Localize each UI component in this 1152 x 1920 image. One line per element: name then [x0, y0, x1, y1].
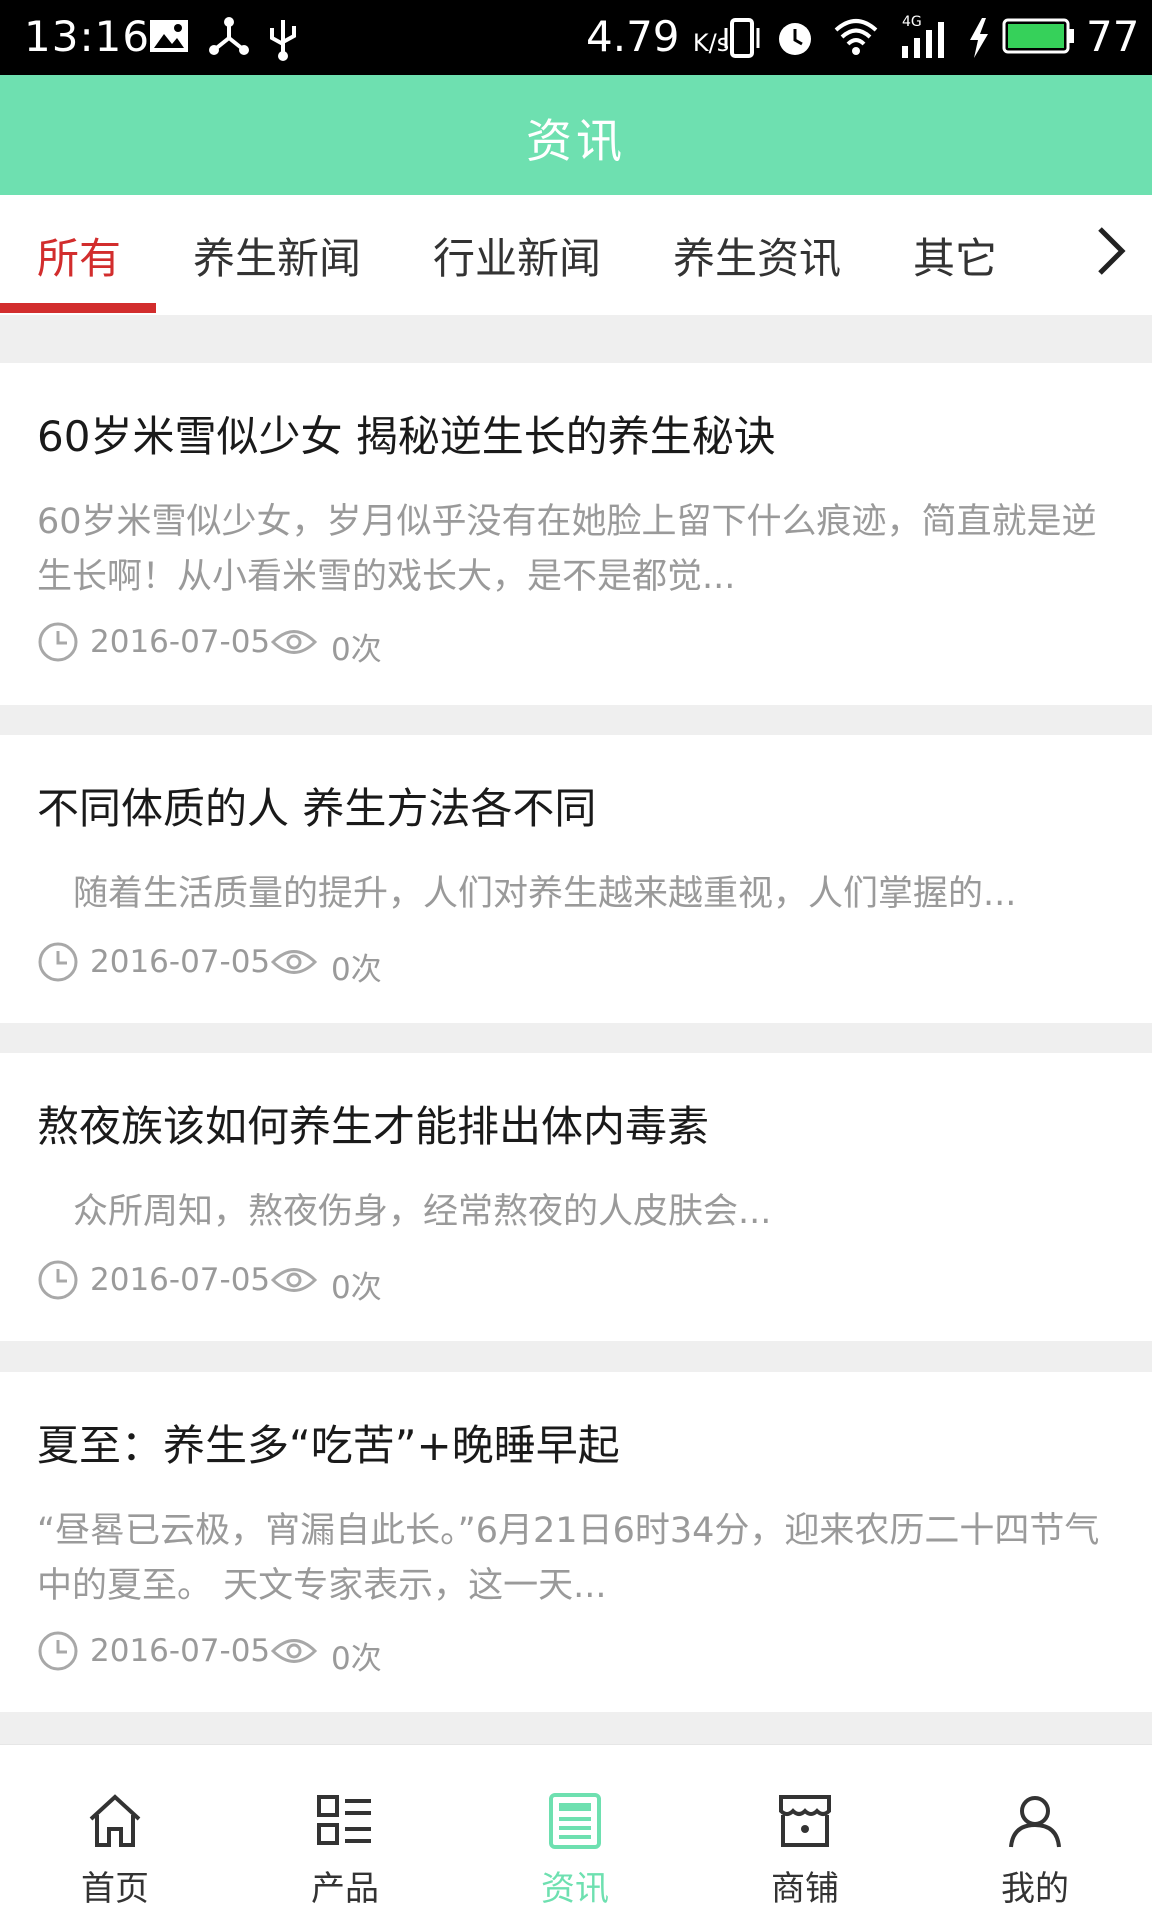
product-grid-icon — [317, 1795, 371, 1845]
home-icon — [89, 1794, 141, 1847]
tab-industry-news[interactable]: 行业新闻 — [433, 225, 601, 286]
article-views: 0次 — [331, 1270, 382, 1306]
article-title[interactable]: 夏至：养生多“吃苦”+晚睡早起 — [37, 1412, 620, 1473]
user-icon — [1009, 1796, 1061, 1848]
status-time: 13:16 — [24, 12, 151, 61]
clock-icon — [38, 1260, 78, 1300]
eye-icon — [270, 1639, 318, 1663]
nav-label: 资讯 — [541, 1869, 609, 1909]
nav-products[interactable]: 产品 — [230, 1745, 460, 1920]
nav-news[interactable]: 资讯 — [460, 1745, 690, 1920]
eye-icon — [270, 1268, 318, 1292]
nav-label: 我的 — [1001, 1869, 1069, 1909]
article-date: 2016-07-05 — [90, 944, 271, 980]
tab-health-news[interactable]: 养生新闻 — [193, 225, 361, 286]
share-notification-icon — [209, 17, 249, 55]
signal-icon — [902, 22, 944, 58]
network-speed: 4.79 K/s — [586, 12, 730, 61]
eye-icon — [270, 950, 318, 974]
nav-label: 产品 — [311, 1869, 379, 1909]
status-bar: 13:16 4.79 K/s 4G 77 — [0, 0, 1152, 75]
tab-all[interactable]: 所有 — [37, 225, 121, 286]
article-title[interactable]: 不同体质的人 养生方法各不同 — [37, 775, 596, 836]
page-title: 资讯 — [526, 114, 626, 168]
article-summary: 60岁米雪似少女，岁月似乎没有在她脸上留下什么痕迹，简直就是逆生长啊！从小看米雪… — [37, 502, 1097, 597]
article-views: 0次 — [331, 1641, 382, 1677]
article-date: 2016-07-05 — [90, 1262, 271, 1298]
article-views: 0次 — [331, 952, 382, 988]
wifi-icon — [834, 19, 878, 55]
image-notification-icon — [150, 20, 188, 52]
battery-percent: 77 — [1086, 12, 1140, 61]
news-icon — [549, 1793, 601, 1849]
article-title[interactable]: 熬夜族该如何养生才能排出体内毒素 — [37, 1093, 709, 1154]
app-header: 资讯 — [0, 75, 1152, 195]
tab-health-info[interactable]: 养生资讯 — [673, 225, 841, 286]
article-card[interactable]: 夏至：养生多“吃苦”+晚睡早起 “昼晷已云极，宵漏自此长。”6月21日6时34分… — [0, 1372, 1152, 1712]
article-summary: “昼晷已云极，宵漏自此长。”6月21日6时34分，迎来农历二十四节气中的夏至。 … — [37, 1511, 1100, 1606]
vibrate-icon — [724, 18, 760, 58]
eye-icon — [270, 630, 318, 654]
battery-icon — [1002, 18, 1074, 54]
clock-icon — [38, 942, 78, 982]
article-summary: 众所周知，熬夜伤身，经常熬夜的人皮肤会... — [73, 1192, 772, 1232]
nav-home[interactable]: 首页 — [0, 1745, 230, 1920]
clock-icon — [38, 1631, 78, 1671]
article-date: 2016-07-05 — [90, 624, 271, 660]
nav-label: 商铺 — [771, 1869, 839, 1909]
shop-icon — [779, 1795, 831, 1847]
nav-label: 首页 — [81, 1869, 149, 1909]
chevron-right-icon[interactable] — [1088, 221, 1132, 281]
active-tab-indicator — [0, 303, 156, 313]
article-card[interactable]: 60岁米雪似少女 揭秘逆生长的养生秘诀 60岁米雪似少女，岁月似乎没有在她脸上留… — [0, 363, 1152, 705]
nav-mine[interactable]: 我的 — [920, 1745, 1150, 1920]
usb-icon — [270, 20, 296, 61]
article-title[interactable]: 60岁米雪似少女 揭秘逆生长的养生秘诀 — [37, 403, 776, 464]
category-tabs: 所有 养生新闻 行业新闻 养生资讯 其它 — [0, 195, 1152, 315]
article-views: 0次 — [331, 632, 382, 668]
article-card[interactable]: 不同体质的人 养生方法各不同 随着生活质量的提升，人们对养生越来越重视，人们掌握… — [0, 735, 1152, 1023]
clock-icon — [38, 622, 78, 662]
tab-other[interactable]: 其它 — [913, 225, 997, 286]
alarm-icon — [779, 23, 811, 55]
nav-shop[interactable]: 商铺 — [690, 1745, 920, 1920]
article-date: 2016-07-05 — [90, 1633, 271, 1669]
bottom-nav: 首页 产品 资讯 商铺 我的 — [0, 1744, 1152, 1920]
article-card[interactable]: 熬夜族该如何养生才能排出体内毒素 众所周知，熬夜伤身，经常熬夜的人皮肤会... … — [0, 1053, 1152, 1341]
charging-icon — [970, 18, 988, 58]
article-summary: 随着生活质量的提升，人们对养生越来越重视，人们掌握的... — [73, 874, 1017, 914]
